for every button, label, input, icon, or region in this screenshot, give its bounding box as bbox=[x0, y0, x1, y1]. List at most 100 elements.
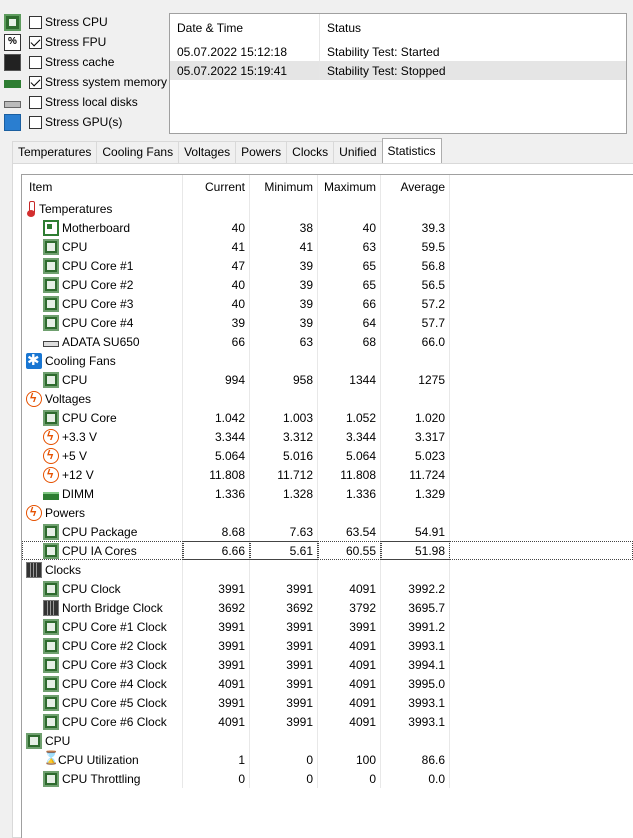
table-row[interactable]: CPU Clock 3991 3991 4091 3992.2 bbox=[22, 579, 633, 598]
chip-icon bbox=[43, 637, 59, 654]
row-label: Voltages bbox=[45, 391, 92, 406]
tab-unified[interactable]: Unified bbox=[333, 141, 383, 163]
tab-temperatures[interactable]: Temperatures bbox=[12, 141, 98, 163]
table-row[interactable]: CPU Utilization 1010086.6 bbox=[22, 750, 633, 769]
tab-clocks[interactable]: Clocks bbox=[286, 141, 335, 163]
table-row[interactable]: CPU Throttling 0 0 0 0.0 bbox=[22, 769, 633, 788]
group-row[interactable]: Voltages bbox=[22, 389, 633, 408]
stress-label[interactable]: Stress local disks bbox=[45, 95, 138, 109]
stress-option[interactable]: Stress CPU bbox=[4, 12, 169, 32]
cell-maximum bbox=[318, 351, 381, 370]
stress-label[interactable]: Stress CPU bbox=[45, 15, 108, 29]
log-time: 05.07.2022 15:12:18 bbox=[170, 42, 320, 61]
stress-checkbox[interactable] bbox=[29, 55, 42, 69]
table-row[interactable]: DIMM 1.336 1.328 1.336 1.329 bbox=[22, 484, 633, 503]
table-row[interactable]: +3.3 V3.3443.3123.3443.317 bbox=[22, 427, 633, 446]
log-status: Stability Test: Started bbox=[327, 44, 440, 59]
disk-icon bbox=[43, 341, 59, 347]
cell-current: 39 bbox=[183, 313, 250, 332]
header-minimum[interactable]: Minimum bbox=[250, 175, 318, 199]
header-item[interactable]: Item bbox=[22, 175, 183, 199]
tab-statistics[interactable]: Statistics bbox=[381, 138, 442, 163]
table-row[interactable]: CPU 994 958 1344 1275 bbox=[22, 370, 633, 389]
cell-current: 1.336 bbox=[183, 484, 250, 503]
event-log[interactable]: Date & Time Status 05.07.2022 15:12:18 S… bbox=[169, 13, 627, 134]
cell-average: 51.98 bbox=[381, 541, 450, 560]
fan-icon bbox=[26, 351, 42, 369]
cell-minimum: 5.016 bbox=[250, 446, 318, 465]
log-row[interactable]: 05.07.2022 15:12:18 Stability Test: Star… bbox=[170, 42, 626, 61]
stress-checkbox[interactable] bbox=[29, 95, 42, 109]
table-row[interactable]: ADATA SU650 66 63 68 66.0 bbox=[22, 332, 633, 351]
table-row[interactable]: CPU IA Cores 6.66 5.61 60.55 51.98 bbox=[22, 541, 633, 560]
cell-minimum: 3692 bbox=[250, 598, 318, 617]
table-row[interactable]: CPU Core #5 Clock 3991 3991 4091 3993.1 bbox=[22, 693, 633, 712]
stress-option[interactable]: % Stress FPU bbox=[4, 32, 169, 52]
cell-maximum bbox=[318, 199, 381, 218]
stress-option[interactable]: Stress system memory bbox=[4, 72, 169, 92]
stress-checkbox[interactable] bbox=[29, 15, 42, 29]
table-row[interactable]: CPU Core #2 40 39 65 56.5 bbox=[22, 275, 633, 294]
stress-checkbox[interactable] bbox=[29, 35, 42, 49]
chip-icon bbox=[43, 656, 59, 673]
log-header-datetime[interactable]: Date & Time bbox=[170, 14, 320, 42]
table-row[interactable]: CPU Core #6 Clock 4091 3991 4091 3993.1 bbox=[22, 712, 633, 731]
cell-current: 3692 bbox=[183, 598, 250, 617]
stress-label[interactable]: Stress cache bbox=[45, 55, 114, 69]
table-row[interactable]: CPU Core 1.042 1.003 1.052 1.020 bbox=[22, 408, 633, 427]
cell-average: 3992.2 bbox=[381, 579, 450, 598]
tab-powers[interactable]: Powers bbox=[235, 141, 288, 163]
stress-option[interactable]: Stress cache bbox=[4, 52, 169, 72]
table-row[interactable]: Motherboard 40 38 40 39.3 bbox=[22, 218, 633, 237]
group-row[interactable]: Cooling Fans bbox=[22, 351, 633, 370]
table-row[interactable]: CPU Core #3 Clock 3991 3991 4091 3994.1 bbox=[22, 655, 633, 674]
stress-checkbox[interactable] bbox=[29, 75, 42, 89]
bolt-icon bbox=[43, 428, 59, 445]
cell-minimum: 3991 bbox=[250, 636, 318, 655]
cell-maximum: 1.052 bbox=[318, 408, 381, 427]
group-row[interactable]: Clocks bbox=[22, 560, 633, 579]
log-time: 05.07.2022 15:19:41 bbox=[170, 61, 320, 80]
cell-current bbox=[183, 351, 250, 370]
group-row[interactable]: Powers bbox=[22, 503, 633, 522]
cell-item: CPU Core #2 bbox=[22, 275, 183, 294]
table-row[interactable]: CPU Core #2 Clock 3991 3991 4091 3993.1 bbox=[22, 636, 633, 655]
cell-minimum: 0 bbox=[250, 769, 318, 788]
table-row[interactable]: CPU Core #4 39 39 64 57.7 bbox=[22, 313, 633, 332]
stress-checkbox[interactable] bbox=[29, 115, 42, 129]
table-row[interactable]: CPU 41 41 63 59.5 bbox=[22, 237, 633, 256]
log-header-status[interactable]: Status bbox=[320, 14, 626, 42]
table-row[interactable]: CPU Core #3 40 39 66 57.2 bbox=[22, 294, 633, 313]
stress-option[interactable]: Stress local disks bbox=[4, 92, 169, 112]
log-row[interactable]: 05.07.2022 15:19:41 Stability Test: Stop… bbox=[170, 61, 626, 80]
table-header: Item Current Minimum Maximum Average bbox=[22, 175, 633, 199]
cell-average: 1.329 bbox=[381, 484, 450, 503]
header-average[interactable]: Average bbox=[381, 175, 450, 199]
table-row[interactable]: North Bridge Clock 3692 3692 3792 3695.7 bbox=[22, 598, 633, 617]
table-row[interactable]: CPU Package 8.68 7.63 63.54 54.91 bbox=[22, 522, 633, 541]
cell-average: 86.6 bbox=[381, 750, 450, 769]
header-current[interactable]: Current bbox=[183, 175, 250, 199]
table-row[interactable]: CPU Core #1 47 39 65 56.8 bbox=[22, 256, 633, 275]
statistics-table[interactable]: Item Current Minimum Maximum Average Tem… bbox=[21, 174, 633, 838]
cell-item: Motherboard bbox=[22, 218, 183, 237]
table-row[interactable]: +12 V11.80811.71211.80811.724 bbox=[22, 465, 633, 484]
tab-cooling-fans[interactable]: Cooling Fans bbox=[96, 141, 180, 163]
tab-voltages[interactable]: Voltages bbox=[178, 141, 237, 163]
table-row[interactable]: CPU Core #1 Clock 3991 3991 3991 3991.2 bbox=[22, 617, 633, 636]
group-row[interactable]: Temperatures bbox=[22, 199, 633, 218]
stress-label[interactable]: Stress system memory bbox=[45, 75, 167, 89]
table-row[interactable]: +5 V5.0645.0165.0645.023 bbox=[22, 446, 633, 465]
cell-maximum: 65 bbox=[318, 275, 381, 294]
group-row[interactable]: CPU bbox=[22, 731, 633, 750]
cell-average: 54.91 bbox=[381, 522, 450, 541]
stress-option[interactable]: Stress GPU(s) bbox=[4, 112, 169, 132]
cell-maximum: 63.54 bbox=[318, 522, 381, 541]
cell-maximum: 0 bbox=[318, 769, 381, 788]
stress-label[interactable]: Stress FPU bbox=[45, 35, 106, 49]
chip-icon bbox=[43, 238, 59, 255]
header-maximum[interactable]: Maximum bbox=[318, 175, 381, 199]
table-row[interactable]: CPU Core #4 Clock 4091 3991 4091 3995.0 bbox=[22, 674, 633, 693]
cell-minimum bbox=[250, 560, 318, 579]
stress-label[interactable]: Stress GPU(s) bbox=[45, 115, 122, 129]
